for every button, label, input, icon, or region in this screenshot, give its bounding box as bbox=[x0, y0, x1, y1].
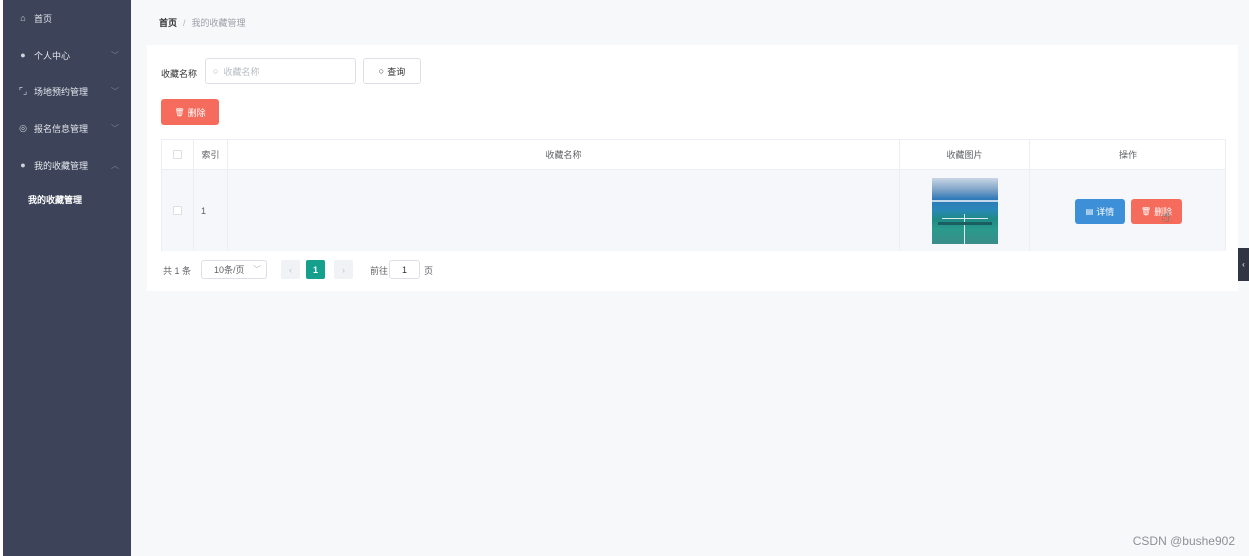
breadcrumb-home[interactable]: 首页 bbox=[159, 16, 177, 29]
chevron-left-icon: ‹ bbox=[1242, 260, 1245, 269]
chevron-down-icon: ﹀ bbox=[111, 50, 119, 60]
badminton-court-image[interactable] bbox=[931, 177, 998, 244]
batch-delete-button[interactable]: 🗑 删除 bbox=[161, 99, 219, 125]
header-select-all[interactable] bbox=[162, 140, 194, 169]
search-label: 收藏名称 bbox=[161, 69, 198, 79]
user-icon: ● bbox=[20, 50, 26, 60]
search-icon: ○ bbox=[378, 66, 385, 76]
breadcrumb: 首页 / 我的收藏管理 bbox=[159, 16, 246, 29]
row-actions bbox=[1030, 170, 1226, 251]
row-index: 1 bbox=[194, 170, 228, 251]
table-header: 索引 收藏名称 收藏图片 操作 bbox=[162, 140, 1225, 170]
sidebar-item-label: 场地预约管理 bbox=[34, 86, 89, 97]
goto-label: 前往 bbox=[370, 266, 389, 276]
chevron-left-icon: ‹ bbox=[289, 264, 292, 275]
sidebar-subitem-favorites[interactable]: 我的收藏管理 bbox=[3, 184, 131, 214]
hand-cursor-icon: ☝ bbox=[1162, 208, 1171, 224]
query-button[interactable]: ○ 查询 bbox=[363, 58, 421, 84]
select-all-checkbox[interactable] bbox=[173, 150, 182, 159]
chevron-down-icon: ﹀ bbox=[111, 123, 119, 133]
breadcrumb-current: 我的收藏管理 bbox=[191, 18, 246, 28]
page-suffix: 页 bbox=[424, 266, 434, 276]
pagination: 共 1 条 10条/页 ﹀ ‹ 1 › 前往 1 页 bbox=[163, 260, 563, 279]
chevron-down-icon: ﹀ bbox=[111, 86, 119, 96]
pagination-total: 共 1 条 bbox=[163, 266, 192, 276]
sidebar-item-label: 我的收藏管理 bbox=[34, 160, 89, 171]
query-button-label: 查询 bbox=[387, 66, 406, 77]
header-name: 收藏名称 bbox=[228, 140, 900, 169]
next-page-button[interactable]: › bbox=[334, 260, 353, 279]
chevron-down-icon: ﹀ bbox=[253, 265, 261, 274]
sidebar-item-venue-booking[interactable]: ⌜⌟ 场地预约管理 ﹀ bbox=[3, 73, 131, 109]
main-content: 首页 / 我的收藏管理 收藏名称 ○ 收藏名称 ○ 查询 🗑 删除 索引 收藏名… bbox=[131, 0, 1249, 556]
user-icon: ● bbox=[20, 160, 26, 170]
sidebar: ⌂ 首页 ● 个人中心 ﹀ ⌜⌟ 场地预约管理 ﹀ ◎ 报名信息管理 ﹀ ● 我… bbox=[3, 0, 131, 556]
table-row: 1 ▤ 详情 🗑 删除 ☝ bbox=[162, 170, 1225, 251]
row-select[interactable] bbox=[162, 170, 194, 251]
row-delete-button[interactable]: 🗑 删除 bbox=[1131, 199, 1182, 224]
detail-button[interactable]: ▤ 详情 bbox=[1075, 199, 1125, 224]
content-card: 收藏名称 ○ 收藏名称 ○ 查询 🗑 删除 索引 收藏名称 收藏图片 操作 1 … bbox=[147, 45, 1238, 291]
search-input[interactable]: ○ 收藏名称 bbox=[205, 58, 356, 84]
prev-page-button[interactable]: ‹ bbox=[281, 260, 300, 279]
breadcrumb-separator: / bbox=[183, 17, 186, 28]
row-checkbox[interactable] bbox=[173, 206, 182, 215]
trash-icon: 🗑 bbox=[1140, 207, 1152, 216]
sidebar-item-personal-center[interactable]: ● 个人中心 ﹀ bbox=[3, 37, 131, 73]
trash-icon: 🗑 bbox=[174, 107, 185, 117]
crop-icon: ⌜⌟ bbox=[18, 85, 28, 96]
header-actions: 操作 bbox=[1118, 150, 1137, 160]
row-image-cell bbox=[900, 170, 1030, 251]
chevron-right-icon: › bbox=[342, 264, 345, 275]
chevron-up-icon: ︿ bbox=[111, 160, 119, 170]
page-number-current[interactable]: 1 bbox=[306, 260, 325, 279]
home-icon: ⌂ bbox=[20, 13, 26, 23]
page-size-value: 10条/页 bbox=[214, 265, 245, 275]
sidebar-item-registration[interactable]: ◎ 报名信息管理 ﹀ bbox=[3, 110, 131, 146]
detail-button-label: 详情 bbox=[1096, 207, 1115, 217]
document-icon: ▤ bbox=[1085, 207, 1094, 216]
row-name bbox=[228, 170, 900, 251]
delete-button-label: 删除 bbox=[187, 107, 206, 118]
compass-icon: ◎ bbox=[19, 122, 27, 133]
watermark: CSDN @bushe902 bbox=[1132, 534, 1235, 548]
sidebar-item-my-favorites[interactable]: ● 我的收藏管理 ︿ bbox=[3, 147, 131, 183]
collapse-tab[interactable]: ‹ bbox=[1238, 248, 1249, 281]
sidebar-item-label: 首页 bbox=[34, 13, 53, 24]
header-image: 收藏图片 bbox=[900, 140, 1030, 169]
sidebar-item-label: 报名信息管理 bbox=[34, 123, 89, 134]
favorites-table: 索引 收藏名称 收藏图片 操作 1 ▤ 详情 🗑 删除 ☝ bbox=[161, 139, 1226, 251]
goto-page-input[interactable]: 1 bbox=[389, 260, 420, 279]
page-size-select[interactable]: 10条/页 ﹀ bbox=[201, 260, 267, 279]
header-index: 索引 bbox=[194, 140, 228, 169]
search-icon: ○ bbox=[213, 66, 219, 76]
sidebar-item-home[interactable]: ⌂ 首页 bbox=[3, 0, 131, 36]
search-placeholder: 收藏名称 bbox=[223, 66, 260, 77]
sidebar-item-label: 个人中心 bbox=[34, 50, 71, 61]
